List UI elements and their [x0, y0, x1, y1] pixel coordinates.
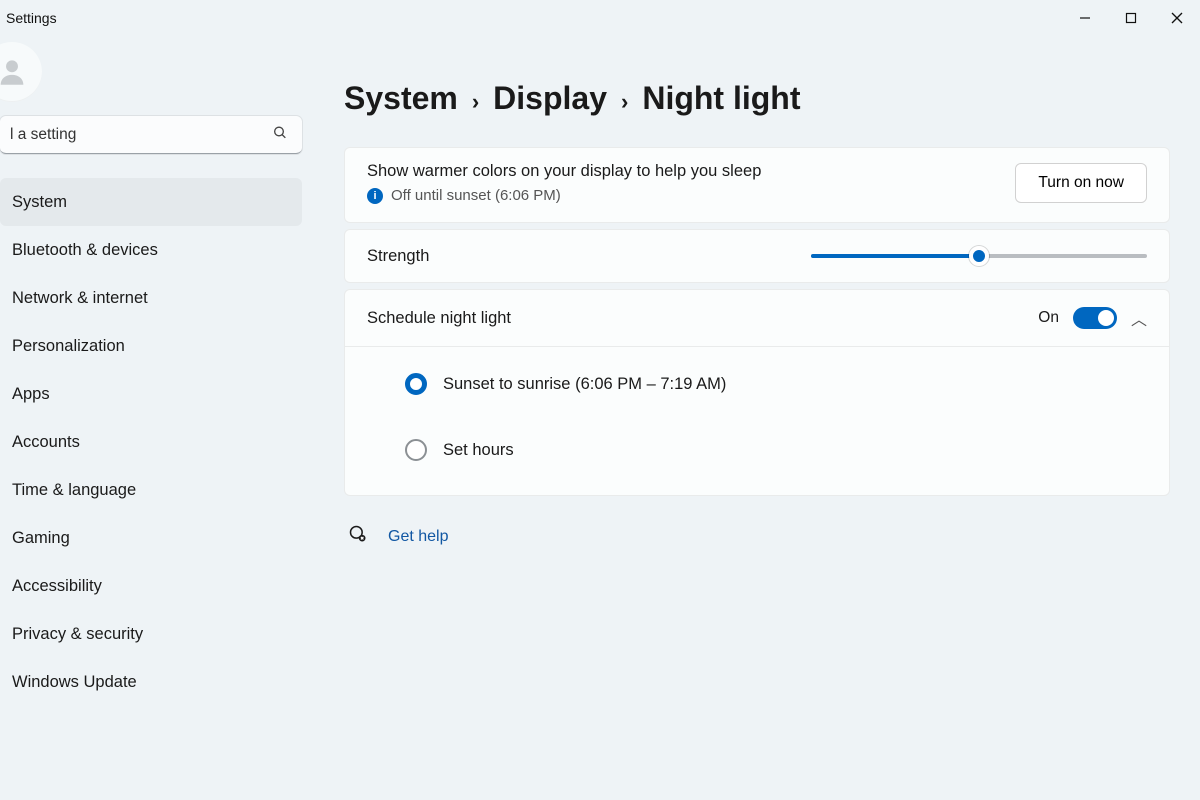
radio-set-hours[interactable]: Set hours — [405, 439, 1147, 461]
toggle-state-text: On — [1038, 309, 1059, 327]
sidebar-item-apps[interactable]: Apps — [0, 370, 302, 418]
content: System › Display › Night light Show warm… — [308, 36, 1200, 800]
radio-icon — [405, 439, 427, 461]
radio-sunset-to-sunrise[interactable]: Sunset to sunrise (6:06 PM – 7:19 AM) — [405, 373, 1147, 395]
night-light-summary-card: Show warmer colors on your display to he… — [344, 147, 1170, 223]
radio-icon — [405, 373, 427, 395]
sidebar-item-gaming[interactable]: Gaming — [0, 514, 302, 562]
sidebar-item-network-internet[interactable]: Network & internet — [0, 274, 302, 322]
strength-label: Strength — [367, 247, 429, 266]
help-row: Get help — [344, 524, 1170, 549]
title-bar: Settings — [0, 0, 1200, 36]
sidebar-item-personalization[interactable]: Personalization — [0, 322, 302, 370]
search-box[interactable] — [0, 116, 302, 154]
info-icon: i — [367, 188, 383, 204]
page-title: Night light — [642, 80, 800, 117]
sidebar-item-windows-update[interactable]: Windows Update — [0, 658, 302, 706]
maximize-icon — [1125, 12, 1137, 24]
breadcrumb-system[interactable]: System — [344, 80, 458, 117]
strength-slider[interactable] — [811, 246, 1147, 266]
schedule-label: Schedule night light — [367, 309, 511, 328]
nav-list: SystemBluetooth & devicesNetwork & inter… — [0, 178, 308, 706]
close-icon — [1171, 12, 1183, 24]
user-icon — [0, 55, 29, 89]
help-icon — [348, 524, 368, 549]
avatar[interactable] — [0, 42, 42, 102]
search-input[interactable] — [0, 116, 302, 154]
get-help-link[interactable]: Get help — [388, 528, 448, 546]
strength-card: Strength — [344, 229, 1170, 283]
sidebar-item-system[interactable]: System — [0, 178, 302, 226]
turn-on-now-button[interactable]: Turn on now — [1015, 163, 1147, 203]
sidebar: SystemBluetooth & devicesNetwork & inter… — [0, 36, 308, 800]
status-text: Off until sunset (6:06 PM) — [391, 187, 561, 204]
chevron-right-icon: › — [472, 89, 479, 115]
sidebar-item-accounts[interactable]: Accounts — [0, 418, 302, 466]
sidebar-item-bluetooth-devices[interactable]: Bluetooth & devices — [0, 226, 302, 274]
radio-label: Set hours — [443, 441, 514, 460]
close-button[interactable] — [1154, 0, 1200, 36]
minimize-button[interactable] — [1062, 0, 1108, 36]
schedule-card: Schedule night light On ︿ Sunset to sunr… — [344, 289, 1170, 496]
breadcrumb-display[interactable]: Display — [493, 80, 607, 117]
slider-thumb[interactable] — [969, 246, 989, 266]
radio-label: Sunset to sunrise (6:06 PM – 7:19 AM) — [443, 375, 726, 394]
window-controls — [1062, 0, 1200, 36]
sidebar-item-time-language[interactable]: Time & language — [0, 466, 302, 514]
breadcrumb: System › Display › Night light — [344, 80, 1170, 117]
maximize-button[interactable] — [1108, 0, 1154, 36]
collapse-chevron-icon[interactable]: ︿ — [1131, 306, 1147, 330]
search-icon — [272, 125, 288, 146]
summary-text: Show warmer colors on your display to he… — [367, 162, 761, 181]
schedule-toggle[interactable] — [1073, 307, 1117, 329]
chevron-right-icon: › — [621, 89, 628, 115]
sidebar-item-privacy-security[interactable]: Privacy & security — [0, 610, 302, 658]
window-title: Settings — [6, 10, 57, 26]
sidebar-item-accessibility[interactable]: Accessibility — [0, 562, 302, 610]
minimize-icon — [1079, 12, 1091, 24]
